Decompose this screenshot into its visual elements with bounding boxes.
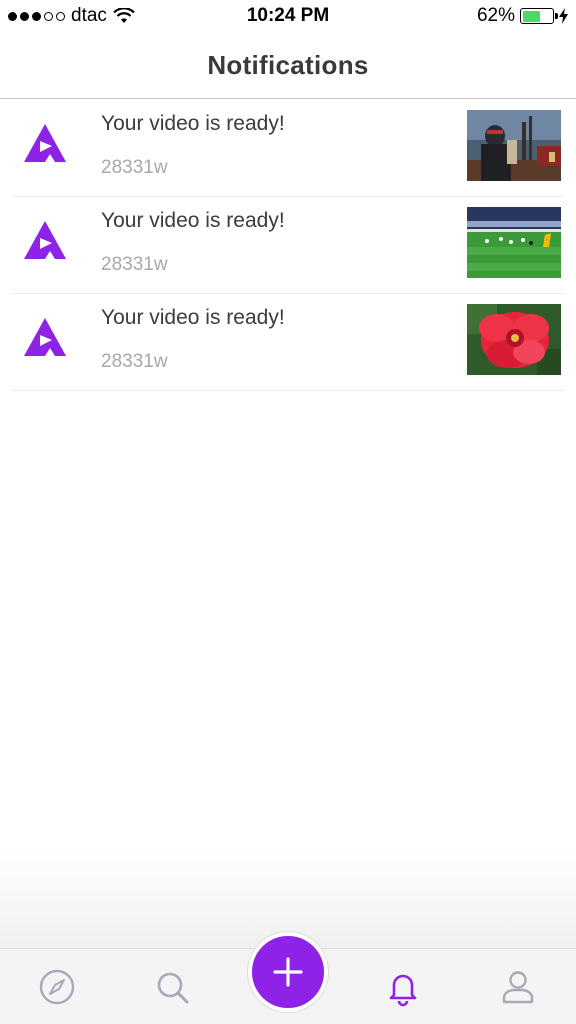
wifi-icon (113, 8, 135, 23)
notification-title: Your video is ready! (101, 306, 285, 329)
carrier-name: dtac (71, 5, 107, 26)
app-logo-icon (24, 318, 66, 356)
notification-title: Your video is ready! (101, 209, 285, 232)
notification-item[interactable]: Your video is ready! 28331w (12, 197, 564, 294)
app-logo-icon (24, 124, 66, 162)
tab-search[interactable] (152, 967, 192, 1007)
status-bar: dtac 10:24 PM 62% (0, 0, 576, 32)
compass-icon (39, 969, 75, 1005)
notification-time: 28331w (101, 157, 168, 178)
video-game-knight-thumbnail[interactable] (467, 110, 561, 181)
notifications-list: Your video is ready! 28331w Your video i… (0, 100, 576, 391)
page-title: Notifications (207, 49, 369, 80)
tab-explore[interactable] (37, 967, 77, 1007)
tab-profile[interactable] (498, 967, 538, 1007)
carrier-info: dtac (8, 5, 135, 27)
notification-item[interactable]: Your video is ready! 28331w (12, 100, 564, 197)
notification-time: 28331w (101, 254, 168, 275)
plus-icon (273, 957, 303, 987)
charging-icon (559, 8, 568, 24)
red-flower-thumbnail[interactable] (467, 304, 561, 375)
bell-icon (389, 974, 417, 1007)
add-video-button[interactable] (248, 932, 328, 1012)
notification-item[interactable]: Your video is ready! 28331w (12, 294, 564, 391)
battery-icon (520, 8, 558, 24)
profile-icon (502, 971, 534, 1004)
search-icon (157, 972, 189, 1004)
notification-title: Your video is ready! (101, 112, 285, 135)
notification-time: 28331w (101, 351, 168, 372)
navigation-header: Notifications (0, 32, 576, 99)
app-logo-icon (24, 221, 66, 259)
tab-notifications[interactable] (383, 967, 423, 1007)
battery-percent: 62% (476, 5, 515, 26)
signal-strength-icon (8, 11, 65, 21)
battery-info: 62% (477, 5, 568, 27)
soccer-match-thumbnail[interactable] (467, 207, 561, 278)
